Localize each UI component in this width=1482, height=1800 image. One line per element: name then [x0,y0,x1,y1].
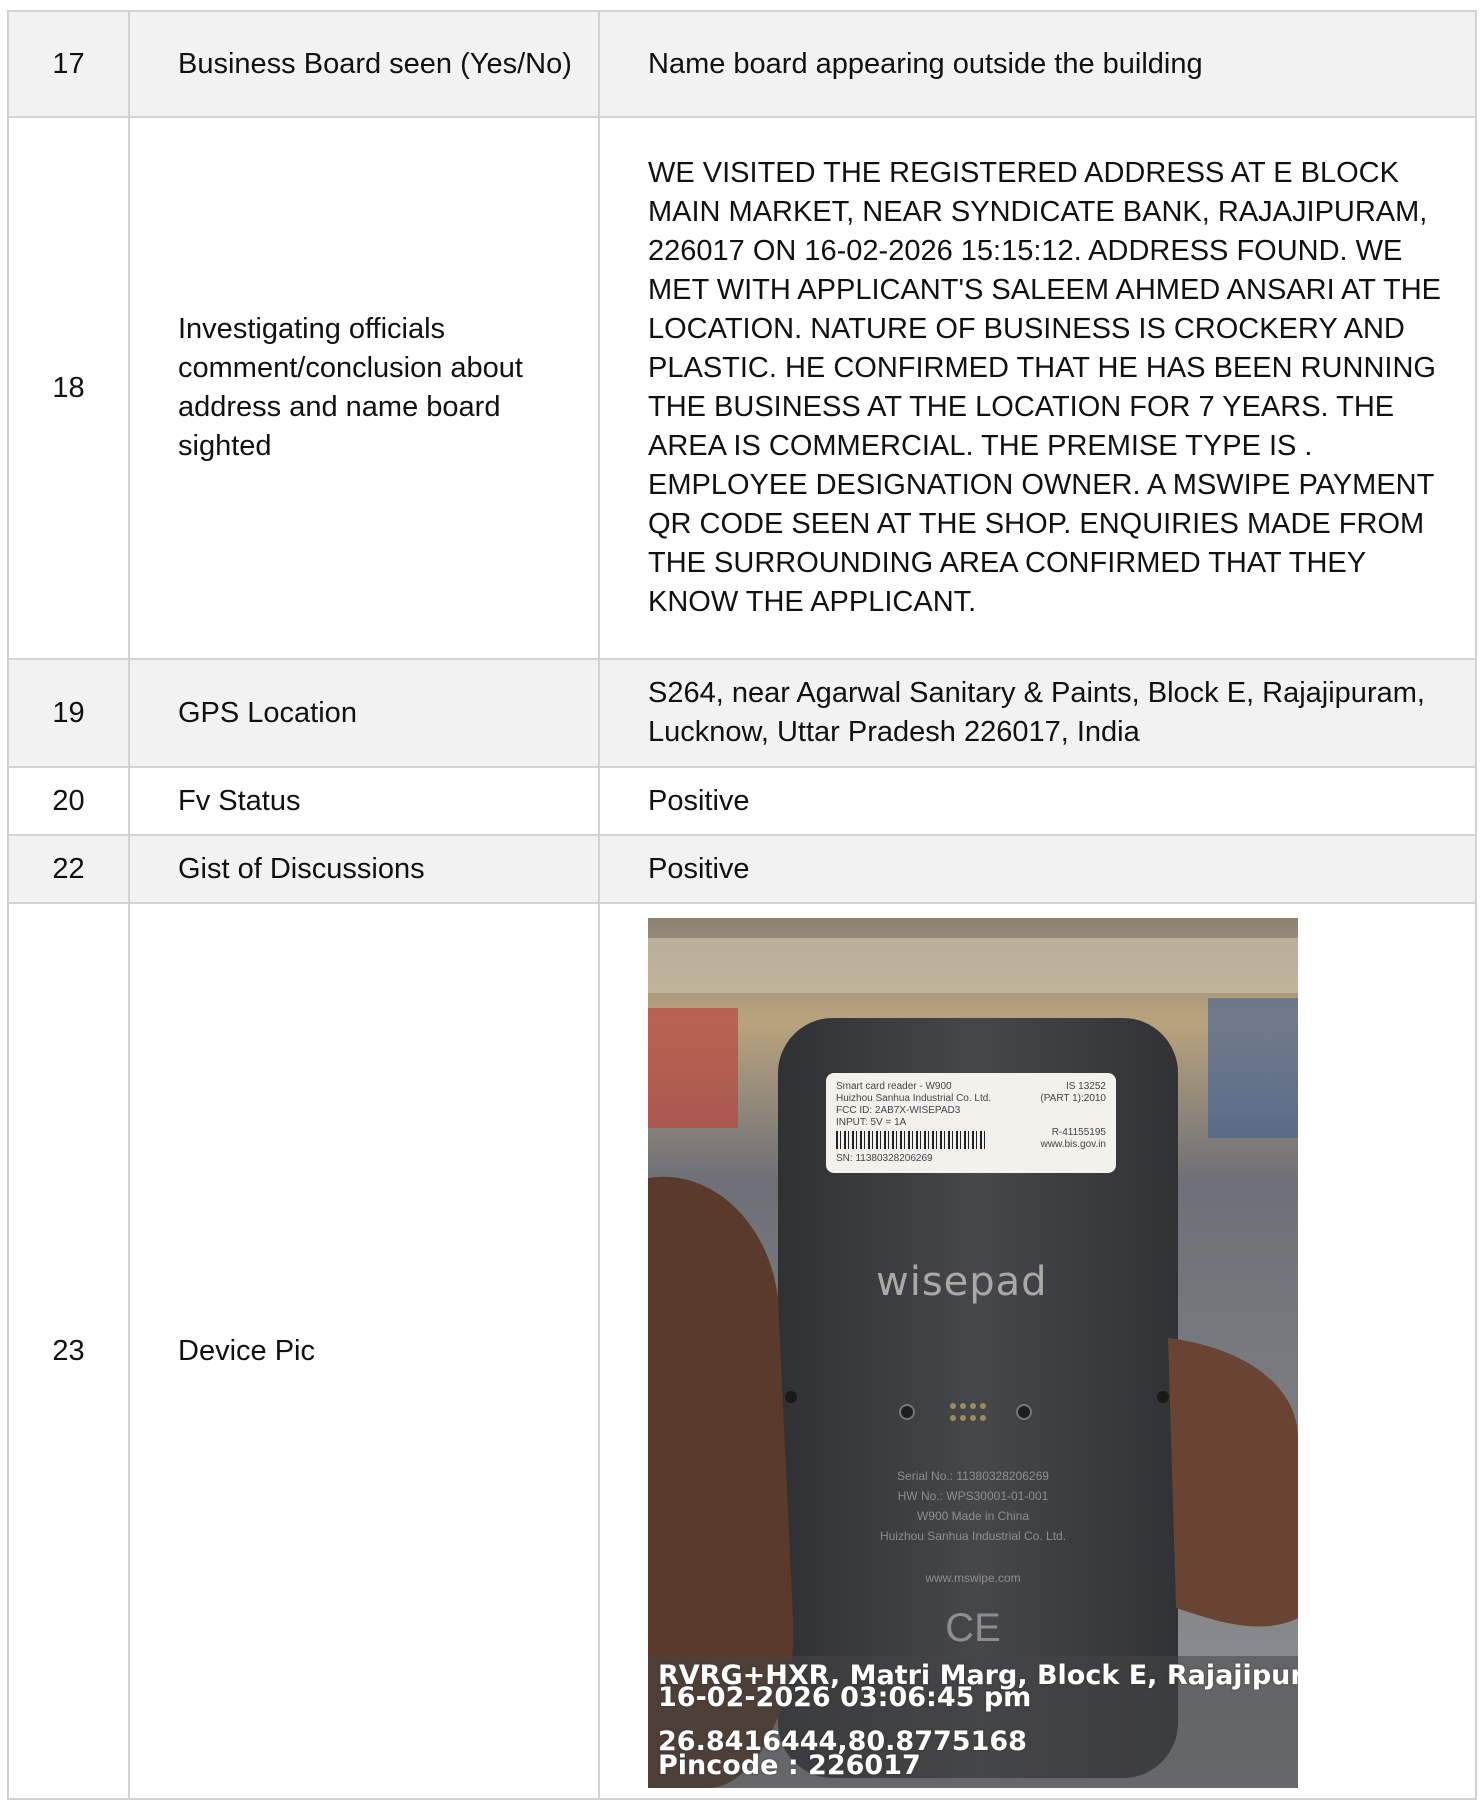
shelf-shape [648,938,1298,993]
table-row: 22 Gist of Discussions Positive [7,834,1477,904]
table-row: 19 GPS Location S264, near Agarwal Sanit… [7,658,1477,768]
row-number: 17 [7,10,130,118]
row-label: GPS Location [128,658,600,768]
device-photo: Smart card reader - W900 Huizhou Sanhua … [648,918,1298,1788]
device-text-line: W900 Made in China [916,1509,1030,1523]
row-value: Name board appearing outside the buildin… [598,10,1477,118]
screw-shape [785,1391,797,1403]
port-shape [1016,1404,1032,1420]
port-shape [899,1404,915,1420]
row-number: 20 [7,766,130,836]
geotag-overlay: RVRG+HXR, Matri Marg, Block E, Rajajipur… [648,1656,1298,1788]
ce-mark: CE [945,1606,1001,1650]
table-row: 17 Business Board seen (Yes/No) Name boa… [7,10,1477,118]
sticker-line: SN: 11380328206269 [836,1153,933,1164]
device-text-block: Serial No.: 11380328206269 HW No.: WPS30… [648,1466,1298,1650]
report-table: 17 Business Board seen (Yes/No) Name boa… [7,10,1477,1800]
device-text-line: Serial No.: 11380328206269 [897,1469,1049,1483]
device-brand-logo: wisepad [876,1259,1048,1305]
row-label: Business Board seen (Yes/No) [128,10,600,118]
row-number: 18 [7,116,130,660]
row-value: WE VISITED THE REGISTERED ADDRESS AT E B… [598,116,1477,660]
table-row: 20 Fv Status Positive [7,766,1477,836]
row-label: Investigating officials comment/conclusi… [128,116,600,660]
row-value: S264, near Agarwal Sanitary & Paints, Bl… [598,658,1477,768]
sticker-line: www.bis.gov.in [1040,1139,1106,1150]
row-label: Gist of Discussions [128,834,600,904]
geotag-timestamp: 16-02-2026 03:06:45 pm [658,1682,1032,1713]
barcode-icon [836,1131,986,1149]
row-label: Fv Status [128,766,600,836]
row-number: 23 [7,902,130,1800]
geotag-pincode: Pincode : 226017 [658,1750,921,1781]
sticker-line: R-41155195 [1051,1127,1106,1138]
device-text-line: www.mswipe.com [925,1571,1021,1585]
screw-shape [1157,1391,1169,1403]
sticker-line: (PART 1):2010 [1040,1093,1106,1104]
device-label-sticker: Smart card reader - W900 Huizhou Sanhua … [826,1073,1116,1173]
sticker-bis-block: IS 13252 (PART 1):2010 R-41155195 www.bi… [1040,1081,1106,1151]
row-value: Positive [598,834,1477,904]
shelf-blue-shape [1208,998,1298,1138]
row-number: 22 [7,834,130,904]
table-row: 23 Device Pic Smart card reader - W900 H… [7,902,1477,1800]
table-row: 18 Investigating officials comment/concl… [7,116,1477,660]
row-label: Device Pic [128,902,600,1800]
device-text-line: Huizhou Sanhua Industrial Co. Ltd. [879,1529,1067,1543]
device-text-line: HW No.: WPS30001-01-001 [897,1489,1049,1503]
row-value: Positive [598,766,1477,836]
sticker-line: IS 13252 [1065,1081,1106,1092]
device-photo-cell: Smart card reader - W900 Huizhou Sanhua … [598,902,1477,1800]
shelf-red-shape [648,1008,738,1128]
row-number: 19 [7,658,130,768]
